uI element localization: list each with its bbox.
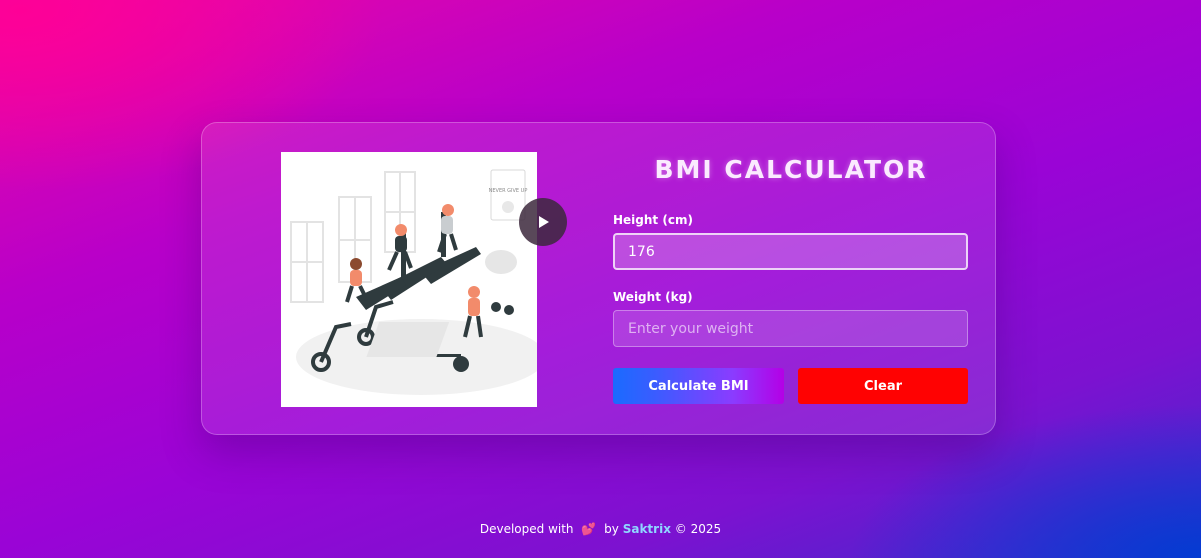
weight-label: Weight (kg) — [613, 290, 693, 304]
heart-icon: 💕 — [581, 522, 597, 536]
clear-button[interactable]: Clear — [798, 368, 968, 404]
calculate-bmi-button[interactable]: Calculate BMI — [613, 368, 784, 404]
height-input[interactable] — [613, 233, 968, 270]
footer-prefix: Developed with — [479, 522, 574, 536]
author-link[interactable]: Saktrix — [623, 522, 671, 536]
play-button[interactable] — [519, 198, 567, 246]
weight-input[interactable] — [613, 310, 968, 347]
play-icon — [539, 216, 549, 228]
height-label: Height (cm) — [613, 213, 693, 227]
gym-illustration-art: NEVER GIVE UP — [290, 169, 537, 395]
page-title: BMI CALCULATOR — [654, 155, 928, 184]
bmi-card: NEVER GIVE UP BMI CALCULATOR Height (cm)… — [201, 122, 996, 435]
poster-text: NEVER GIVE UP — [489, 188, 528, 194]
footer-year: © 2025 — [674, 522, 722, 536]
gym-illustration: NEVER GIVE UP — [281, 152, 537, 407]
footer-by: by — [604, 522, 619, 536]
footer: Developed with 💕 by Saktrix © 2025 — [0, 522, 1201, 536]
